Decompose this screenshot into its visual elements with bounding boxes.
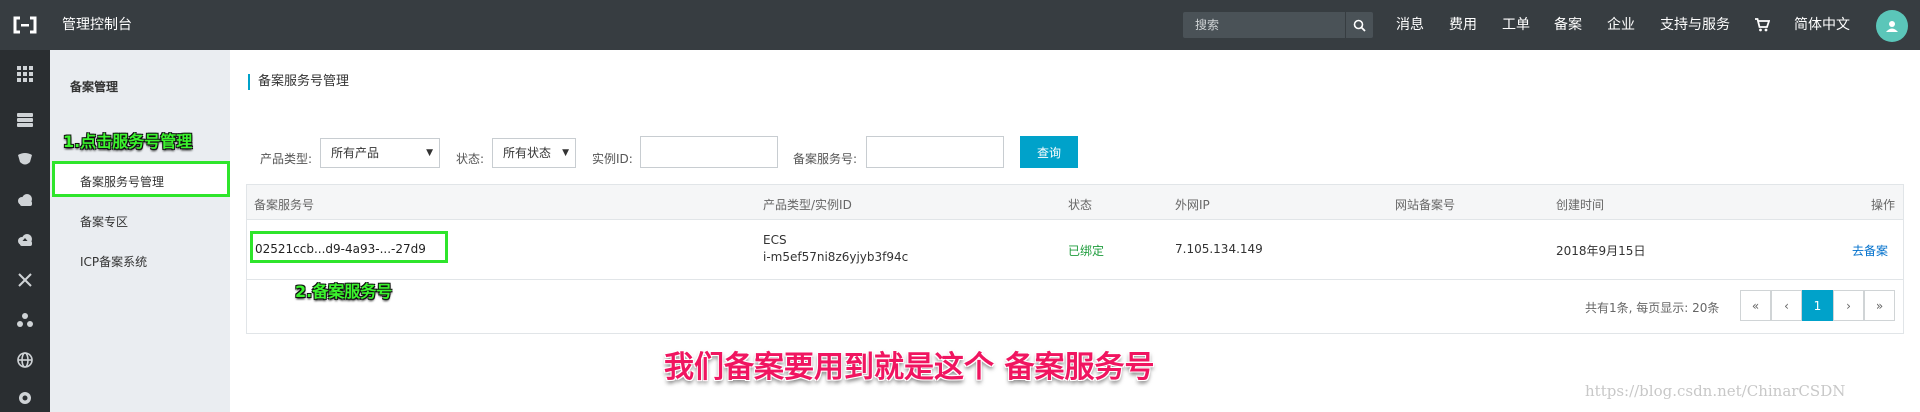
annotation-caption: 我们备案要用到就是这个 备案服务号 <box>664 350 1155 385</box>
globe-icon[interactable] <box>15 350 35 370</box>
row-divider <box>247 279 1903 280</box>
server-icon[interactable] <box>15 110 35 130</box>
nav-icp[interactable]: 备案 <box>1554 0 1582 50</box>
caret-down-icon: ▼ <box>426 148 433 158</box>
page-current-button[interactable]: 1 <box>1802 290 1833 321</box>
watermark: https://blog.csdn.net/ChinarCSDN <box>1585 382 1846 400</box>
query-button[interactable]: 查询 <box>1020 136 1078 168</box>
instance-id-input[interactable] <box>640 136 778 168</box>
grid-icon[interactable] <box>15 64 35 84</box>
nav-enterprise[interactable]: 企业 <box>1607 0 1635 50</box>
settings-icon[interactable] <box>15 388 35 408</box>
nav-messages[interactable]: 消息 <box>1396 0 1424 50</box>
col-action: 操作 <box>1871 198 1896 212</box>
nav-tickets[interactable]: 工单 <box>1502 0 1530 50</box>
search-box[interactable] <box>1183 12 1373 38</box>
language-switch[interactable]: 简体中文 <box>1794 0 1850 50</box>
page-last-button[interactable]: » <box>1864 290 1895 321</box>
service-no-input[interactable] <box>866 136 1004 168</box>
go-icp-link[interactable]: 去备案 <box>1852 242 1888 259</box>
page-first-button[interactable]: « <box>1740 290 1771 321</box>
col-product-instance: 产品类型/实例ID <box>763 198 852 212</box>
top-bar: 管理控制台 消息 费用 工单 备案 企业 支持与服务 简体中文 <box>0 0 1920 50</box>
annotation-step1: 1.点击服务号管理 <box>63 132 193 151</box>
caret-down-icon: ▼ <box>562 148 569 158</box>
page-prev-button[interactable]: ‹ <box>1771 290 1802 321</box>
sidebar-item-icp-zone[interactable]: 备案专区 <box>80 213 128 230</box>
product-type-select[interactable]: 所有产品 ▼ <box>320 138 440 168</box>
shield-icon[interactable] <box>15 150 35 170</box>
product-type-value: 所有产品 <box>331 146 380 160</box>
cart-icon[interactable] <box>1754 0 1771 50</box>
product-type-label: 产品类型: <box>260 152 313 166</box>
cluster-icon[interactable] <box>15 310 35 330</box>
status-select[interactable]: 所有状态 ▼ <box>492 138 576 168</box>
console-logo-icon[interactable] <box>0 0 50 50</box>
instance-id-label: 实例ID: <box>592 152 633 166</box>
col-service-no: 备案服务号 <box>254 198 315 212</box>
pagination-info: 共有1条, 每页显示: 20条 <box>1585 301 1720 315</box>
sidebar: 备案管理 备案服务号管理 备案专区 ICP备案系统 <box>50 50 230 412</box>
sidebar-item-icp-system[interactable]: ICP备案系统 <box>80 253 147 270</box>
avatar[interactable] <box>1876 10 1908 42</box>
instance-id-value: i-m5ef57ni8z6yjyb3f94c <box>763 250 909 264</box>
table-header: 备案服务号 产品类型/实例ID 状态 外网IP 网站备案号 创建时间 操作 <box>247 185 1903 220</box>
sidebar-item-service-no[interactable]: 备案服务号管理 <box>80 173 164 190</box>
col-status: 状态 <box>1068 198 1093 212</box>
service-no-label: 备案服务号: <box>793 152 858 166</box>
page-title: 备案服务号管理 <box>248 74 349 90</box>
cloud-upload-icon[interactable] <box>15 230 35 250</box>
public-ip-value: 7.105.134.149 <box>1175 242 1263 256</box>
product-rail <box>0 50 50 412</box>
product-type-value: ECS <box>763 233 787 247</box>
annotation-step2: 2.备案服务号 <box>295 282 393 301</box>
app-title[interactable]: 管理控制台 <box>62 0 132 50</box>
col-public-ip: 外网IP <box>1175 198 1210 212</box>
status-badge: 已绑定 <box>1068 244 1105 258</box>
cloud-icon[interactable] <box>15 190 35 210</box>
col-website-no: 网站备案号 <box>1395 198 1456 212</box>
search-icon[interactable] <box>1345 12 1373 38</box>
service-no-highlight-box <box>250 231 448 263</box>
status-label: 状态: <box>456 152 485 166</box>
nav-support[interactable]: 支持与服务 <box>1660 0 1730 50</box>
nav-billing[interactable]: 费用 <box>1449 0 1477 50</box>
sidebar-title: 备案管理 <box>70 80 119 94</box>
created-value: 2018年9月15日 <box>1556 244 1646 258</box>
status-value: 所有状态 <box>503 146 552 160</box>
search-input[interactable] <box>1183 12 1343 38</box>
page-next-button[interactable]: › <box>1833 290 1864 321</box>
col-created: 创建时间 <box>1556 198 1605 212</box>
network-icon[interactable] <box>15 270 35 290</box>
